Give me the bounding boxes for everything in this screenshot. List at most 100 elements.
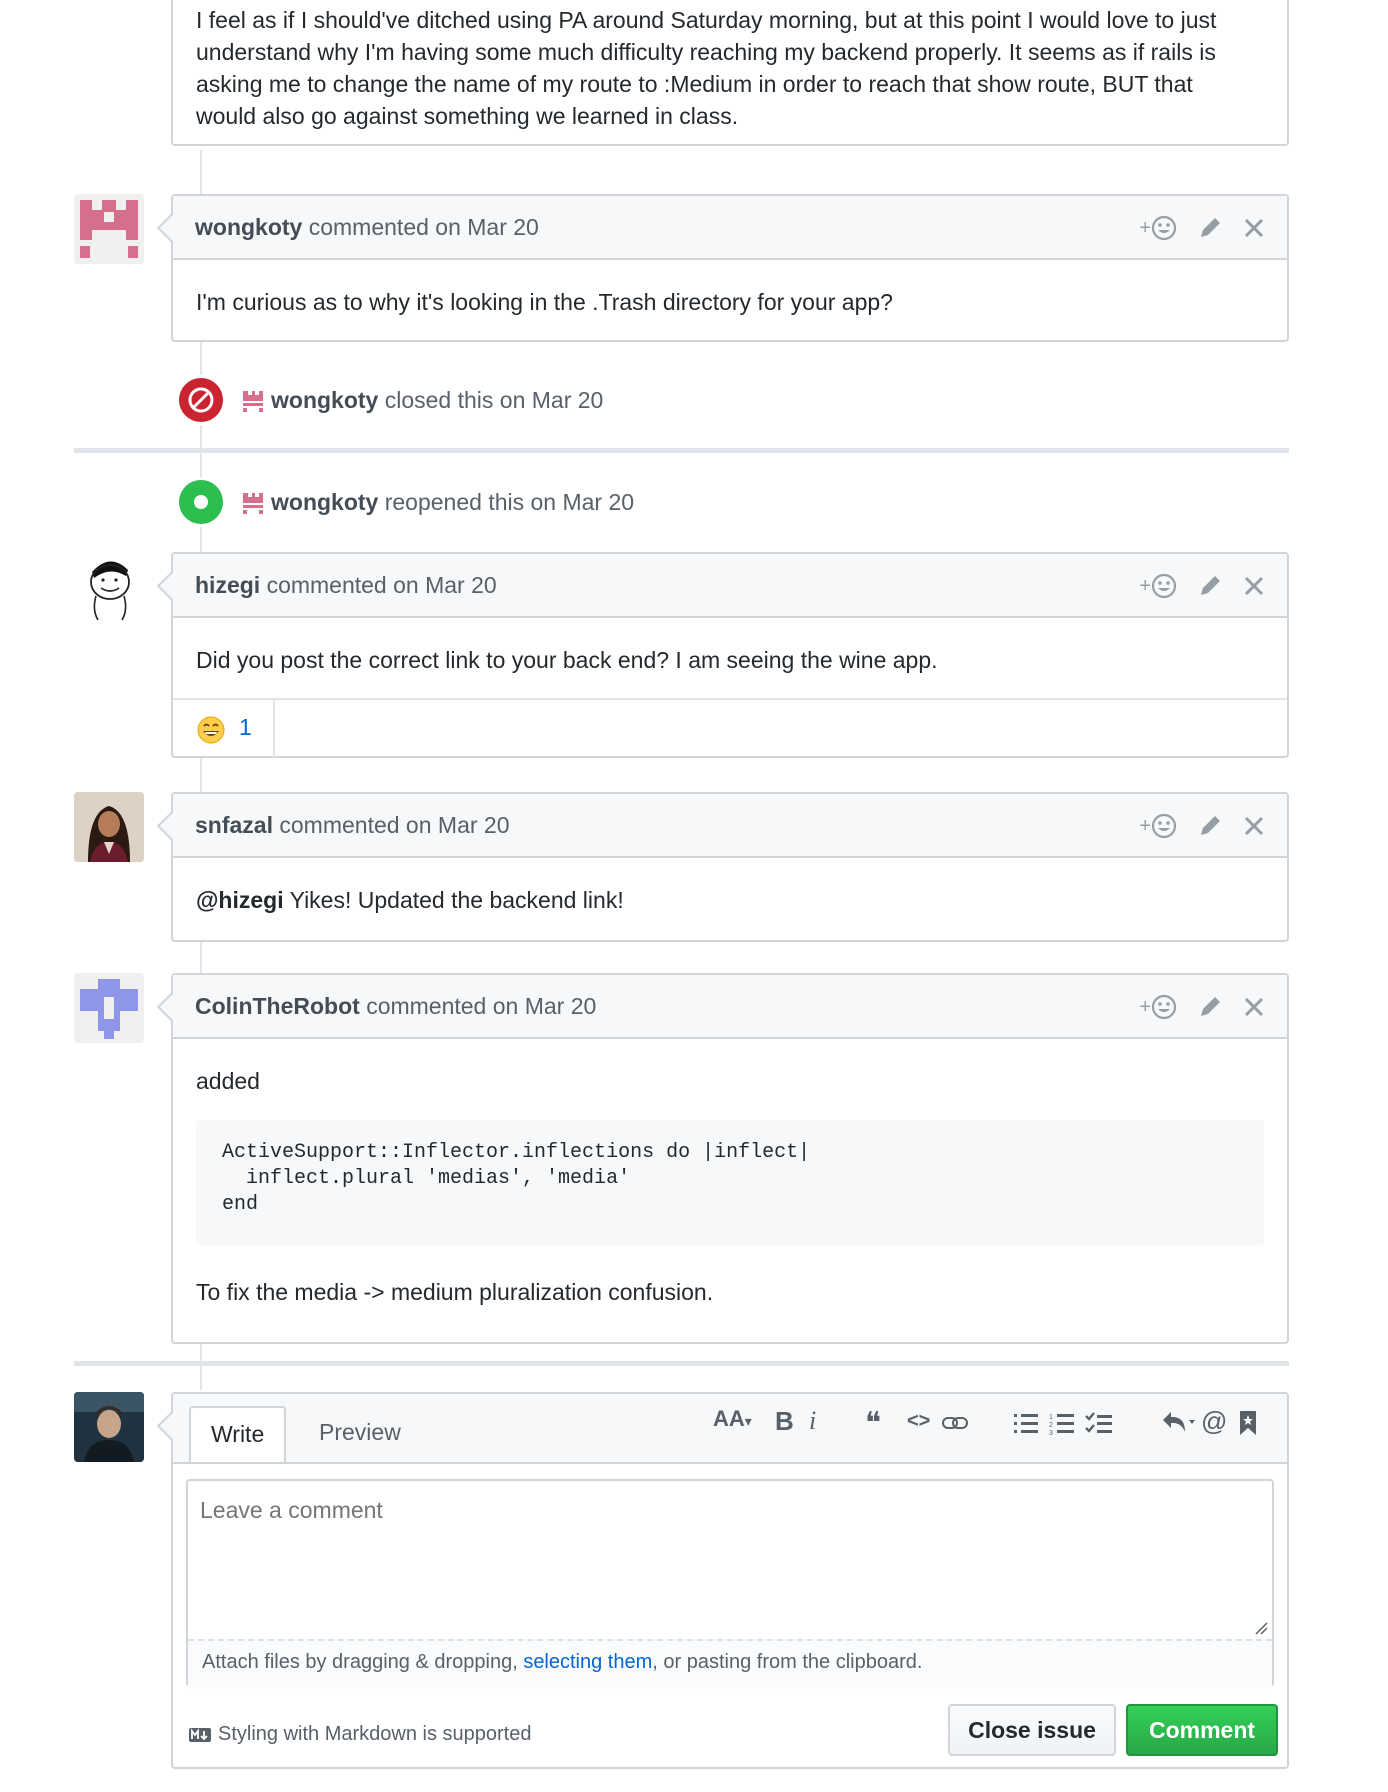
timeline-separator xyxy=(74,448,1289,453)
markdown-note[interactable]: Styling with Markdown is supported xyxy=(218,1723,531,1746)
pencil-icon[interactable] xyxy=(1197,813,1223,839)
bookmark-icon[interactable] xyxy=(1239,1410,1257,1436)
comment-composer: Write Preview AA▾ B i ❝ <> 123 @ Attach … xyxy=(156,1392,1289,1769)
markdown-icon xyxy=(189,1728,211,1742)
italic-button[interactable]: i xyxy=(809,1406,816,1436)
add-reaction-button[interactable]: + xyxy=(1139,994,1177,1020)
event-closed-text: wongkoty closed this on Mar 20 xyxy=(271,387,603,414)
select-files-link[interactable]: selecting them xyxy=(523,1651,652,1673)
identicon-icon xyxy=(80,979,138,1039)
avatar-current-user[interactable] xyxy=(74,1392,144,1462)
attach-suffix: , or pasting from the clipboard. xyxy=(652,1651,923,1673)
comment-line: understand why I'm having some much diff… xyxy=(196,39,1216,65)
plus-icon: + xyxy=(1139,216,1151,239)
comment-textarea-wrapper: Attach files by dragging & dropping, sel… xyxy=(186,1479,1274,1689)
comment-timestamp[interactable]: commented on Mar 20 xyxy=(366,993,596,1019)
dot-icon xyxy=(194,495,208,509)
quote-button[interactable]: ❝ xyxy=(865,1406,881,1441)
comment-textarea[interactable] xyxy=(188,1481,1272,1639)
plus-icon: + xyxy=(1139,995,1151,1018)
comment-pointer xyxy=(156,571,186,601)
attach-files-bar[interactable]: Attach files by dragging & dropping, sel… xyxy=(188,1639,1272,1689)
comment-colintherobot: ColinTheRobot commented on Mar 20 + adde… xyxy=(156,973,1289,1344)
tab-preview[interactable]: Preview xyxy=(299,1406,421,1458)
comment-text: I feel as if I should've ditched using P… xyxy=(196,4,1216,132)
comment-timestamp[interactable]: commented on Mar 20 xyxy=(309,214,539,240)
comment-line: I feel as if I should've ditched using P… xyxy=(196,7,1217,33)
code-line: inflect.plural 'medias', 'media' xyxy=(222,1167,631,1190)
event-actor-link[interactable]: wongkoty xyxy=(271,489,378,515)
heading-button[interactable]: AA▾ xyxy=(713,1406,752,1432)
unordered-list-icon[interactable] xyxy=(1013,1412,1039,1436)
event-action: reopened this on Mar 20 xyxy=(384,489,635,515)
add-reaction-button[interactable]: + xyxy=(1139,215,1177,241)
avatar-colintherobot[interactable] xyxy=(74,973,144,1043)
user-mention-link[interactable]: @hizegi xyxy=(196,887,284,913)
comment-pointer xyxy=(156,213,186,243)
smiley-icon xyxy=(1151,573,1177,599)
comment-timestamp[interactable]: commented on Mar 20 xyxy=(267,572,497,598)
avatar-hizegi[interactable] xyxy=(74,552,144,622)
bold-button[interactable]: B xyxy=(775,1406,794,1437)
comment-header: ColinTheRobot commented on Mar 20 + xyxy=(156,975,1287,1039)
close-icon[interactable] xyxy=(1243,815,1265,837)
reply-icon[interactable] xyxy=(1161,1410,1197,1436)
closed-badge xyxy=(179,378,223,422)
comment-text: added xyxy=(196,1068,260,1094)
task-list-icon[interactable] xyxy=(1085,1412,1113,1436)
svg-text:2: 2 xyxy=(1049,1422,1053,1429)
author-link[interactable]: ColinTheRobot xyxy=(195,993,360,1019)
plus-icon: + xyxy=(1139,814,1151,837)
doodle-face-icon xyxy=(90,561,130,621)
close-icon[interactable] xyxy=(1243,996,1265,1018)
comment-header: snfazal commented on Mar 20 + xyxy=(156,794,1287,858)
comment-line: asking me to change the name of my route… xyxy=(196,71,1193,97)
reaction-grinning[interactable]: 1 xyxy=(173,700,275,758)
tab-write[interactable]: Write xyxy=(189,1406,287,1462)
comment-author-line: hizegi commented on Mar 20 xyxy=(195,572,497,599)
author-link[interactable]: snfazal xyxy=(195,812,273,838)
timeline-separator xyxy=(74,1361,1289,1366)
photo-avatar-icon xyxy=(74,1392,144,1462)
comment-pointer xyxy=(156,811,186,841)
event-reopened-text: wongkoty reopened this on Mar 20 xyxy=(271,489,634,516)
comment-text: To fix the media -> medium pluralization… xyxy=(196,1279,714,1305)
comment-text: Did you post the correct link to your ba… xyxy=(196,647,938,673)
resize-handle-icon[interactable] xyxy=(1254,1621,1268,1635)
author-link[interactable]: hizegi xyxy=(195,572,260,598)
comment-header: hizegi commented on Mar 20 + xyxy=(156,554,1287,618)
comment-body-text: Yikes! Updated the backend link! xyxy=(283,887,624,913)
add-reaction-button[interactable]: + xyxy=(1139,813,1177,839)
code-button[interactable]: <> xyxy=(907,1410,930,1433)
avatar-small-wongkoty[interactable] xyxy=(242,390,264,412)
pencil-icon[interactable] xyxy=(1197,994,1223,1020)
event-actor-link[interactable]: wongkoty xyxy=(271,387,378,413)
comment-author-line: snfazal commented on Mar 20 xyxy=(195,812,510,839)
comment-wongkoty: wongkoty commented on Mar 20 + I'm curio… xyxy=(156,194,1289,342)
avatar-small-wongkoty[interactable] xyxy=(242,492,264,514)
code-line: end xyxy=(222,1193,259,1216)
grinning-emoji-icon xyxy=(197,716,225,744)
ordered-list-icon[interactable]: 123 xyxy=(1049,1412,1075,1436)
link-icon[interactable] xyxy=(941,1412,969,1434)
comment-button[interactable]: Comment xyxy=(1126,1704,1278,1756)
author-link[interactable]: wongkoty xyxy=(195,214,302,240)
close-icon[interactable] xyxy=(1243,217,1265,239)
comment-timestamp[interactable]: commented on Mar 20 xyxy=(279,812,509,838)
mention-button[interactable]: @ xyxy=(1201,1406,1227,1437)
comment-text: I'm curious as to why it's looking in th… xyxy=(196,289,893,315)
svg-text:3: 3 xyxy=(1049,1430,1053,1436)
close-icon[interactable] xyxy=(1243,575,1265,597)
avatar-snfazal[interactable] xyxy=(74,792,144,862)
add-reaction-button[interactable]: + xyxy=(1139,573,1177,599)
smiley-icon xyxy=(1151,215,1177,241)
reopened-badge xyxy=(179,480,223,524)
avatar-wongkoty[interactable] xyxy=(74,194,144,264)
comment-text: @hizegi Yikes! Updated the backend link! xyxy=(196,884,624,916)
comment-hizegi: hizegi commented on Mar 20 + Did you pos… xyxy=(156,552,1289,758)
composer-header: Write Preview AA▾ B i ❝ <> 123 @ xyxy=(156,1394,1287,1464)
attach-prefix: Attach files by dragging & dropping, xyxy=(202,1651,524,1673)
pencil-icon[interactable] xyxy=(1197,215,1223,241)
pencil-icon[interactable] xyxy=(1197,573,1223,599)
close-issue-button[interactable]: Close issue xyxy=(948,1704,1116,1756)
